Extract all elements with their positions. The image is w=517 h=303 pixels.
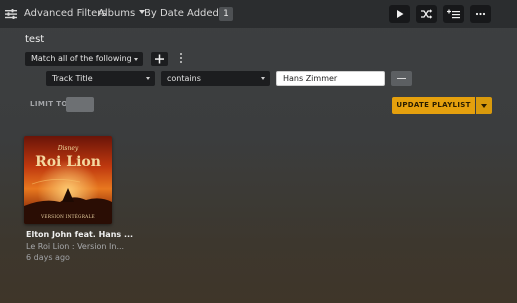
artwork-title: Roi Lion bbox=[35, 154, 101, 170]
album-cover-art: Disney Roi Lion VERSION INTÉGRALE bbox=[24, 136, 112, 224]
minus-icon bbox=[397, 78, 406, 79]
more-icon bbox=[475, 12, 486, 16]
type-dropdown[interactable]: Albums bbox=[98, 8, 146, 19]
album-title[interactable]: Elton John feat. Hans ... bbox=[26, 230, 133, 239]
chevron-down-icon bbox=[146, 77, 150, 80]
remove-rule-button[interactable] bbox=[391, 71, 412, 86]
artwork-subtitle: VERSION INTÉGRALE bbox=[40, 214, 95, 219]
sort-dropdown[interactable]: By Date Added bbox=[144, 8, 229, 19]
play-icon bbox=[397, 10, 404, 18]
limit-label: LIMIT TO bbox=[30, 100, 68, 108]
filter-icon[interactable] bbox=[5, 9, 17, 19]
match-mode-select[interactable]: Match all of the following bbox=[25, 52, 143, 66]
top-toolbar: Advanced Filters Albums By Date Added 1 bbox=[0, 0, 517, 28]
page-title: Advanced Filters bbox=[24, 8, 107, 19]
album-added-date: 6 days ago bbox=[26, 253, 70, 262]
rule-options-icon[interactable] bbox=[178, 53, 184, 65]
limit-toggle[interactable] bbox=[66, 97, 94, 112]
add-rule-button[interactable] bbox=[151, 52, 168, 66]
type-dropdown-label: Albums bbox=[98, 8, 136, 19]
sort-dropdown-label: By Date Added bbox=[144, 8, 219, 19]
update-options-button[interactable] bbox=[476, 97, 492, 114]
rule-field-label: Track Title bbox=[52, 74, 93, 83]
add-to-queue-icon bbox=[447, 9, 460, 19]
rule-operator-label: contains bbox=[167, 74, 201, 83]
match-mode-label: Match all of the following bbox=[31, 54, 132, 63]
album-subtitle[interactable]: Le Roi Lion : Version In... bbox=[26, 242, 124, 251]
update-playlist-button[interactable]: UPDATE PLAYLIST bbox=[392, 97, 475, 114]
rule-operator-select[interactable]: contains bbox=[161, 71, 270, 86]
artwork-disney-mark: Disney bbox=[57, 145, 79, 152]
shuffle-icon bbox=[421, 9, 433, 19]
add-to-queue-button[interactable] bbox=[443, 5, 464, 23]
album-artwork[interactable]: Disney Roi Lion VERSION INTÉGRALE bbox=[24, 136, 112, 224]
chevron-down-icon bbox=[261, 77, 265, 80]
result-count-badge: 1 bbox=[219, 7, 233, 21]
plus-icon bbox=[155, 54, 164, 64]
rule-value-input[interactable] bbox=[276, 71, 385, 86]
playlist-name: test bbox=[25, 34, 45, 45]
shuffle-button[interactable] bbox=[416, 5, 437, 23]
chevron-down-icon bbox=[481, 104, 487, 108]
rule-field-select[interactable]: Track Title bbox=[46, 71, 155, 86]
play-button[interactable] bbox=[389, 5, 410, 23]
chevron-down-icon bbox=[134, 58, 138, 61]
more-button[interactable] bbox=[470, 5, 491, 23]
